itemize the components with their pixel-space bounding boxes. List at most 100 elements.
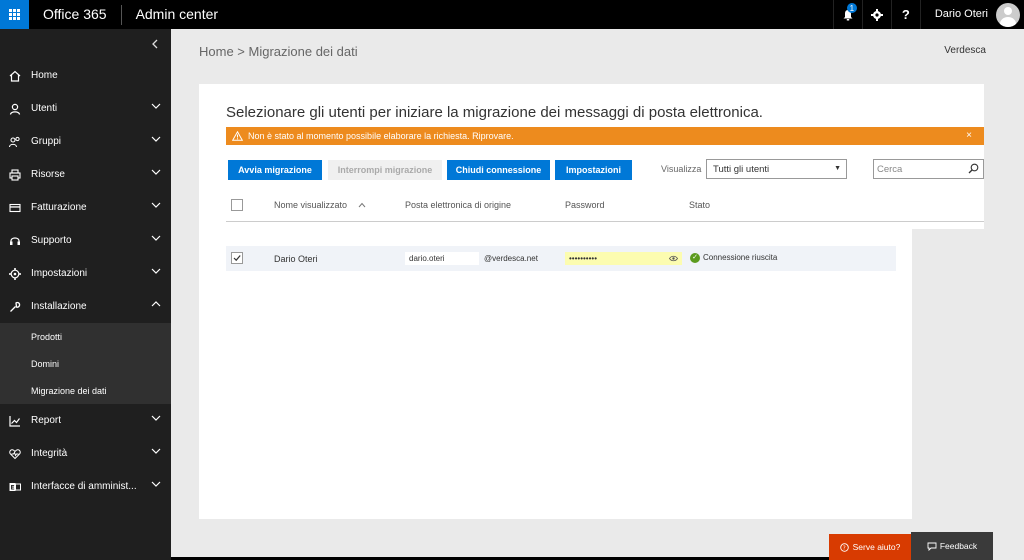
warning-icon — [232, 131, 243, 141]
sidebar-submenu: Prodotti Domini Migrazione dei dati — [0, 323, 171, 404]
home-icon — [8, 69, 22, 83]
chevron-down-icon — [151, 415, 161, 421]
sidebar-item-label: Interfacce di amminist... — [31, 481, 137, 492]
notifications-button[interactable]: 1 — [832, 0, 862, 29]
view-select-value: Tutti gli utenti — [713, 163, 770, 175]
app-launcher-button[interactable] — [0, 0, 29, 29]
brand-link[interactable]: Office 365 — [29, 0, 121, 29]
question-icon: ? — [901, 7, 910, 22]
sidebar-item-impostazioni[interactable]: Impostazioni — [0, 257, 171, 290]
row-checkbox[interactable] — [231, 252, 243, 264]
check-icon — [233, 255, 241, 262]
help-button-footer[interactable]: ? Serve aiuto? — [829, 534, 911, 560]
password-field[interactable]: •••••••••• — [565, 252, 682, 265]
sidebar-subitem-domini[interactable]: Domini — [0, 350, 171, 377]
chevron-down-icon — [151, 448, 161, 454]
sidebar-item-label: Gruppi — [31, 136, 62, 147]
success-icon: ✓ — [690, 253, 700, 263]
password-value: •••••••••• — [569, 254, 598, 263]
column-header-email[interactable]: Posta elettronica di origine — [405, 200, 511, 210]
sidebar-item-label: Risorse — [31, 169, 65, 180]
settings-button[interactable] — [861, 0, 891, 29]
sidebar-item-label: Supporto — [31, 235, 72, 246]
gear-icon — [870, 8, 883, 21]
row-name: Dario Oteri — [274, 254, 318, 264]
help-label: Serve aiuto? — [852, 542, 901, 552]
sidebar-item-home[interactable]: Home — [0, 59, 171, 92]
heart-icon — [8, 447, 22, 461]
chevron-down-icon — [151, 136, 161, 142]
top-bar-actions: 1 ? Dario Oteri — [832, 0, 1024, 29]
user-name[interactable]: Dario Oteri — [919, 0, 996, 29]
search-input[interactable]: Cerca — [873, 159, 984, 179]
chevron-left-icon — [152, 39, 158, 49]
status-badge: ✓ Connessione riuscita — [690, 253, 777, 263]
chevron-down-icon — [151, 169, 161, 175]
sidebar-subitem-label: Domini — [31, 358, 60, 369]
close-connection-button[interactable]: Chiudi connessione — [447, 160, 550, 180]
chevron-down-icon — [151, 103, 161, 109]
sidebar-subitem-label: Prodotti — [31, 331, 63, 342]
view-label: Visualizza — [661, 164, 702, 174]
headset-icon — [8, 234, 22, 248]
sidebar-item-label: Home — [31, 70, 58, 81]
table-header: Nome visualizzato Posta elettronica di o… — [226, 196, 984, 222]
sidebar-subitem-label: Migrazione dei dati — [31, 385, 107, 396]
column-header-name[interactable]: Nome visualizzato — [274, 200, 347, 210]
eye-icon[interactable] — [669, 255, 678, 262]
printer-icon — [8, 168, 22, 182]
wrench-icon — [8, 300, 22, 314]
help-button[interactable]: ? — [890, 0, 920, 29]
gear-icon — [8, 267, 22, 281]
chevron-up-icon — [151, 301, 161, 307]
question-circle-icon: ? — [839, 542, 849, 552]
sidebar-subitem-prodotti[interactable]: Prodotti — [0, 323, 171, 350]
svg-text:E: E — [11, 484, 15, 491]
sidebar-item-label: Fatturazione — [31, 202, 87, 213]
error-alert: Non è stato al momento possibile elabora… — [226, 127, 984, 145]
notification-badge: 1 — [846, 3, 857, 13]
sidebar-item-integrita[interactable]: Integrità — [0, 437, 171, 470]
sidebar-item-fatturazione[interactable]: Fatturazione — [0, 191, 171, 224]
view-select[interactable]: Tutti gli utenti ▼ — [706, 159, 847, 179]
comment-icon — [927, 542, 937, 551]
table-row[interactable]: Dario Oteri dario.oteri @verdesca.net ••… — [226, 246, 896, 271]
avatar[interactable] — [996, 2, 1020, 27]
feedback-label: Feedback — [939, 541, 978, 551]
card-icon — [8, 201, 22, 215]
sidebar: Home Utenti Gruppi Risorse Fatturazione … — [0, 29, 171, 560]
email-domain: @verdesca.net — [484, 254, 538, 263]
sidebar-item-utenti[interactable]: Utenti — [0, 92, 171, 125]
email-user-field[interactable]: dario.oteri — [405, 252, 479, 265]
page-title: Selezionare gli utenti per iniziare la m… — [226, 104, 763, 121]
sidebar-item-gruppi[interactable]: Gruppi — [0, 125, 171, 158]
search-placeholder: Cerca — [877, 163, 903, 175]
sidebar-subitem-migrazione[interactable]: Migrazione dei dati — [0, 377, 171, 404]
sidebar-item-report[interactable]: Report — [0, 404, 171, 437]
column-header-password[interactable]: Password — [565, 200, 605, 210]
sort-up-icon[interactable] — [358, 202, 366, 208]
svg-text:?: ? — [842, 545, 845, 551]
alert-message: Non è stato al momento possibile elabora… — [248, 131, 514, 141]
feedback-button[interactable]: Feedback — [911, 532, 993, 560]
breadcrumb[interactable]: Home > Migrazione dei dati — [199, 44, 358, 59]
status-text: Connessione riuscita — [703, 253, 778, 263]
chevron-down-icon — [151, 268, 161, 274]
start-migration-button[interactable]: Avvia migrazione — [228, 160, 322, 180]
waffle-icon — [9, 9, 20, 20]
chevron-down-icon — [151, 235, 161, 241]
sidebar-item-installazione[interactable]: Installazione — [0, 290, 171, 323]
collapse-sidebar-button[interactable] — [0, 29, 171, 59]
settings-button[interactable]: Impostazioni — [555, 160, 632, 180]
app-title: Admin center — [135, 6, 219, 22]
column-header-status[interactable]: Stato — [689, 200, 710, 210]
sidebar-item-label: Impostazioni — [31, 268, 88, 279]
sidebar-item-label: Installazione — [31, 301, 87, 312]
stop-migration-button[interactable]: Interrompi migrazione — [328, 160, 442, 180]
sidebar-item-risorse[interactable]: Risorse — [0, 158, 171, 191]
close-icon[interactable]: × — [966, 130, 972, 141]
select-all-checkbox[interactable] — [231, 199, 243, 211]
sidebar-item-supporto[interactable]: Supporto — [0, 224, 171, 257]
sidebar-item-label: Report — [31, 415, 62, 426]
sidebar-item-interfacce[interactable]: E Interfacce di amminist... — [0, 470, 171, 503]
